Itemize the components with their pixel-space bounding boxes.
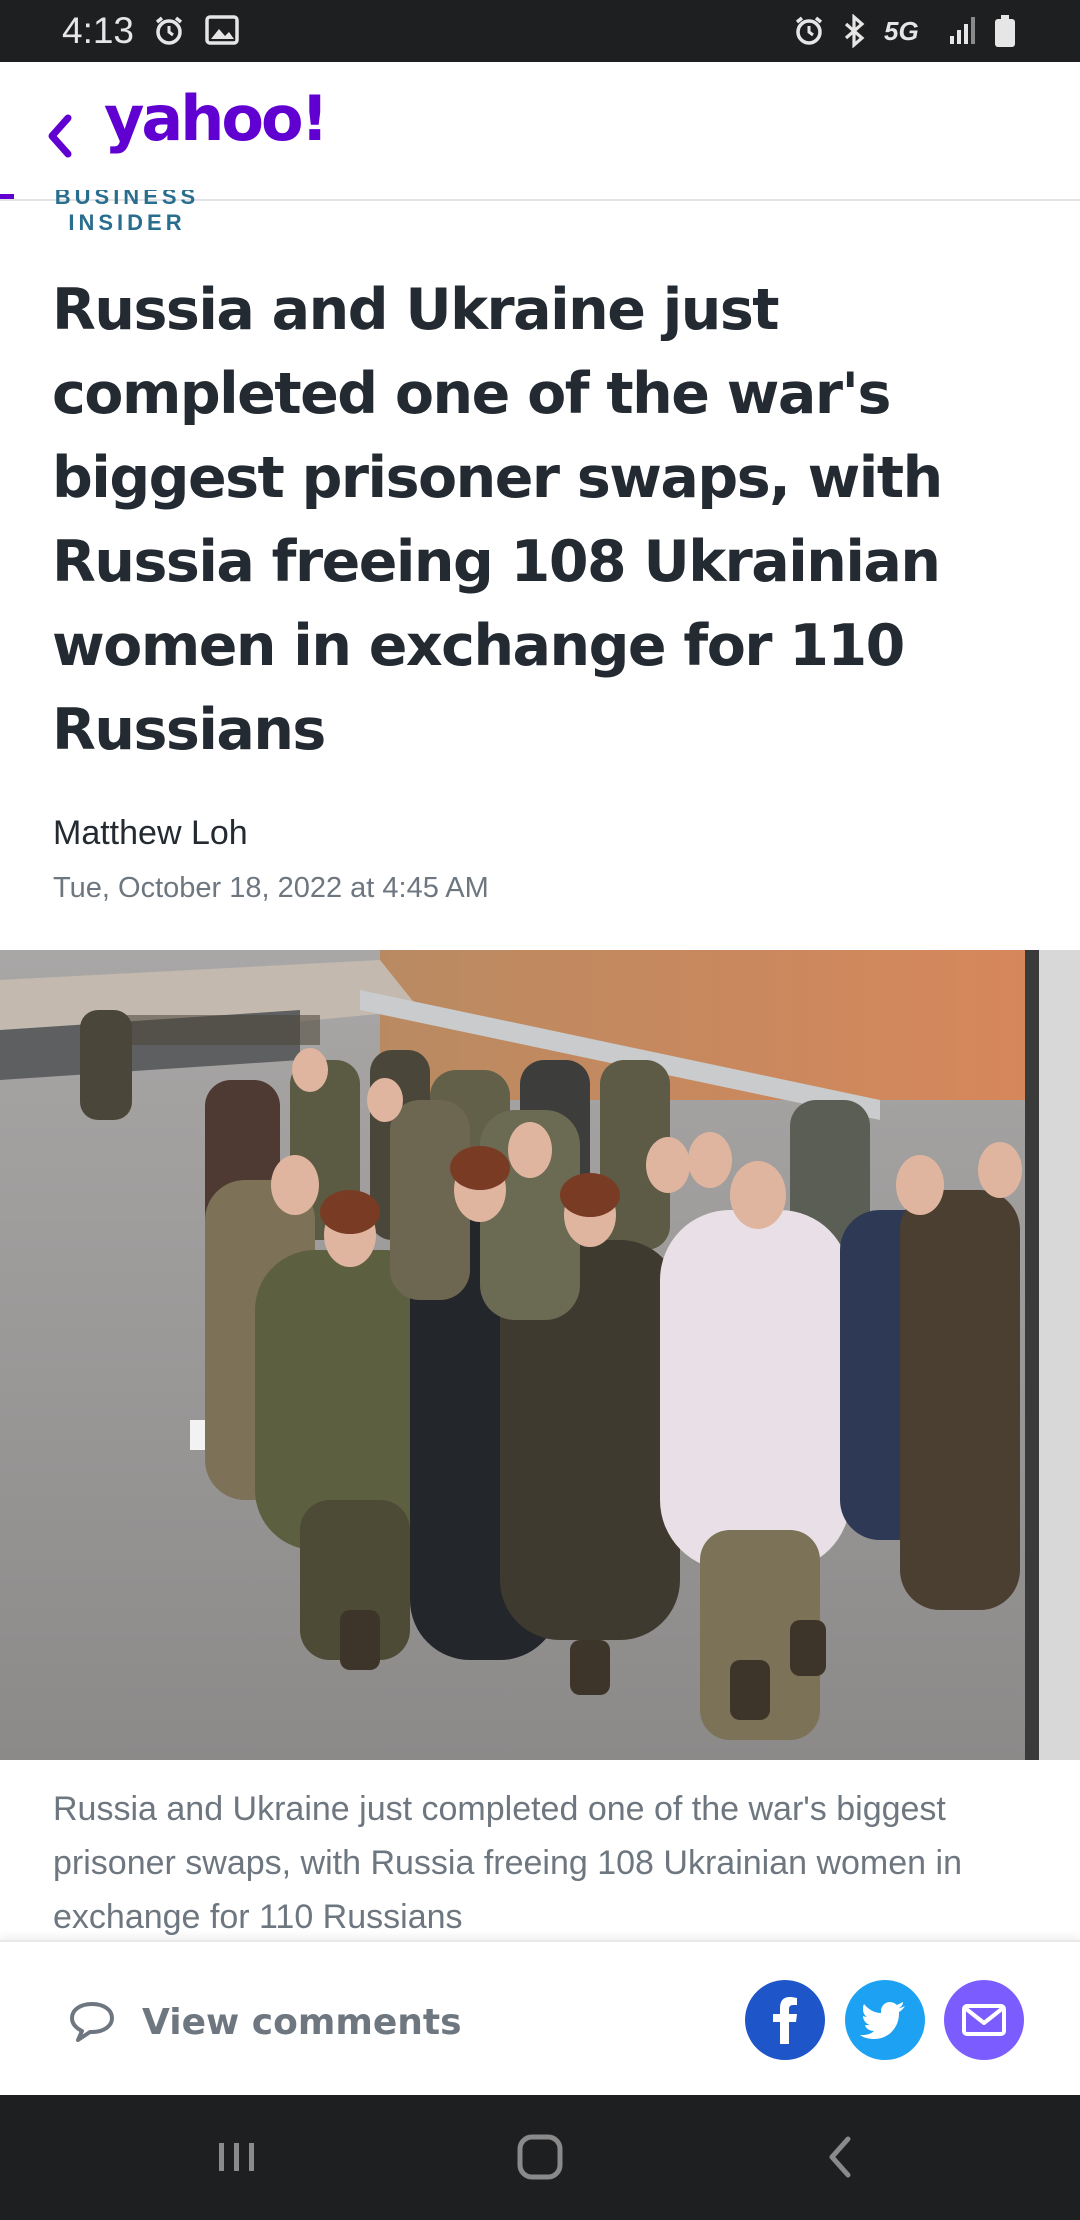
app-header: yahoo! <box>0 62 1080 201</box>
publisher-logo-line1: BUSINESS <box>54 190 200 209</box>
publisher-logo-line2: INSIDER <box>68 210 186 235</box>
twitter-icon <box>860 2002 905 2039</box>
article-title: Russia and Ukraine just completed one of… <box>52 277 943 763</box>
bottom-action-bar: View comments <box>0 1940 1080 2095</box>
facebook-share-button[interactable] <box>745 1980 825 2060</box>
email-share-button[interactable] <box>944 1980 1024 2060</box>
article-author[interactable]: Matthew Loh <box>53 814 248 853</box>
status-bar: 4:13 5G <box>0 0 1080 62</box>
network-type: 5G <box>884 16 919 46</box>
image-caption: Russia and Ukraine just completed one of… <box>53 1790 962 1936</box>
status-time: 4:13 <box>62 10 135 51</box>
publisher-logo[interactable]: BUSINESS INSIDER <box>52 190 212 246</box>
recents-icon[interactable] <box>202 2125 272 2189</box>
reading-progress-bar <box>0 194 14 199</box>
mail-icon <box>962 2004 1006 2036</box>
yahoo-logo[interactable]: yahoo! <box>104 82 329 155</box>
comment-icon <box>70 2002 114 2042</box>
article-hero-image[interactable] <box>0 950 1080 1760</box>
alarm-icon <box>795 16 823 45</box>
alarm-icon <box>155 16 183 45</box>
article-date: Tue, October 18, 2022 at 4:45 AM <box>53 872 489 904</box>
home-icon[interactable] <box>505 2125 575 2189</box>
chevron-left-icon[interactable] <box>36 106 84 166</box>
bluetooth-icon <box>844 14 865 48</box>
view-comments-label: View comments <box>142 2001 462 2043</box>
image-icon <box>205 15 239 45</box>
view-comments-button[interactable]: View comments <box>68 1994 462 2050</box>
twitter-share-button[interactable] <box>845 1980 925 2060</box>
signal-icon <box>950 17 975 44</box>
system-nav-bar <box>0 2095 1080 2220</box>
hero-photo-illustration <box>0 950 1080 1760</box>
facebook-icon <box>773 1997 797 2044</box>
back-icon[interactable] <box>806 2125 876 2189</box>
battery-icon <box>995 15 1015 47</box>
